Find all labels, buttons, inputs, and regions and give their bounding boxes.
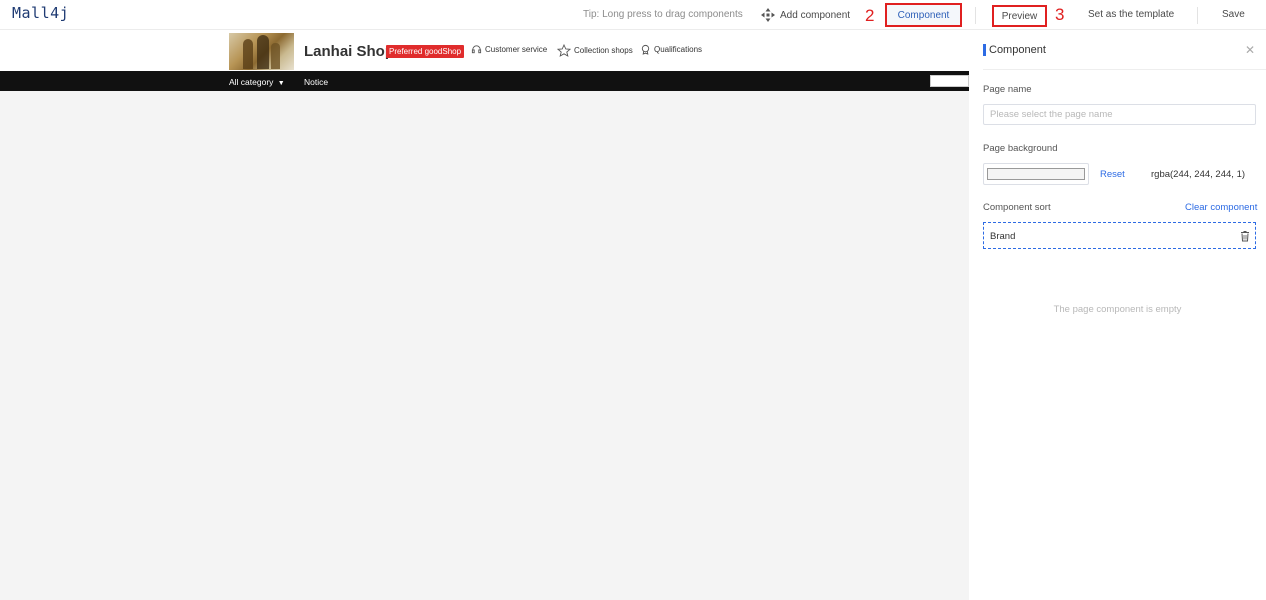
sort-item-label: Brand (990, 231, 1016, 242)
qualifications-label: Qualifications (654, 45, 703, 54)
preferred-shop-badge: Preferred goodShop (386, 45, 465, 58)
drag-tip: Tip: Long press to drag components (583, 9, 743, 20)
component-button[interactable]: Component (885, 3, 962, 27)
panel-title: Component (989, 44, 1046, 56)
color-value: rgba(244, 244, 244, 1) (1151, 169, 1246, 180)
star-icon (557, 44, 571, 57)
headset-icon (471, 45, 482, 54)
top-bar: Mall4j Tip: Long press to drag component… (0, 0, 1266, 30)
annotation-3: 3 (1055, 5, 1065, 24)
preview-button[interactable]: Preview (992, 5, 1047, 27)
close-icon[interactable]: ✕ (1245, 43, 1255, 57)
page-editor: Mall4j Tip: Long press to drag component… (0, 0, 1266, 600)
qualifications-link[interactable]: Qualifications (640, 44, 702, 55)
add-component-label: Add component (780, 9, 851, 21)
component-panel: Component ✕ Page name Please select the … (969, 31, 1266, 600)
customer-service-label: Customer service (485, 45, 548, 54)
reset-button[interactable]: Reset (1100, 169, 1125, 180)
title-accent-bar (983, 44, 986, 56)
caret-down-icon: ▼ (277, 80, 285, 87)
shop-logo-image (229, 33, 294, 70)
all-category-label: All category (229, 77, 274, 87)
background-color-picker[interactable] (983, 163, 1089, 185)
trash-icon[interactable] (1239, 230, 1251, 242)
divider (975, 7, 976, 24)
logo: Mall4j (12, 4, 70, 22)
all-category-menu[interactable]: All category ▼ (229, 77, 285, 87)
add-component-button[interactable]: Add component (760, 7, 850, 23)
save-button[interactable]: Save (1222, 9, 1245, 20)
certificate-icon (641, 44, 650, 55)
clear-component-button[interactable]: Clear component (1185, 202, 1257, 213)
page-name-select[interactable]: Please select the page name (983, 104, 1256, 125)
divider (1197, 7, 1198, 24)
shop-name: Lanhai Shop (304, 43, 394, 60)
shop-nav-bar: All category ▼ Notice (0, 71, 969, 91)
shop-header[interactable]: Lanhai Shop Preferred goodShop Customer … (0, 31, 969, 71)
move-arrows-icon (761, 8, 775, 22)
collection-shops-label: Collection shops (574, 46, 633, 55)
component-sort-label: Component sort (983, 202, 1051, 213)
page-name-label: Page name (983, 84, 1032, 95)
color-swatch (987, 168, 1085, 180)
page-background-label: Page background (983, 143, 1058, 154)
sort-item-brand[interactable]: Brand (983, 222, 1256, 249)
customer-service-link[interactable]: Customer service (471, 44, 547, 55)
panel-divider (983, 69, 1266, 70)
notice-link[interactable]: Notice (304, 77, 328, 87)
shop-search-input[interactable] (930, 75, 969, 87)
annotation-2: 2 (865, 6, 875, 25)
collection-shops-link[interactable]: Collection shops (557, 44, 633, 57)
set-as-template-button[interactable]: Set as the template (1088, 9, 1174, 20)
empty-state-text: The page component is empty (1053, 304, 1182, 315)
page-canvas[interactable]: Lanhai Shop Preferred goodShop Customer … (0, 31, 969, 600)
